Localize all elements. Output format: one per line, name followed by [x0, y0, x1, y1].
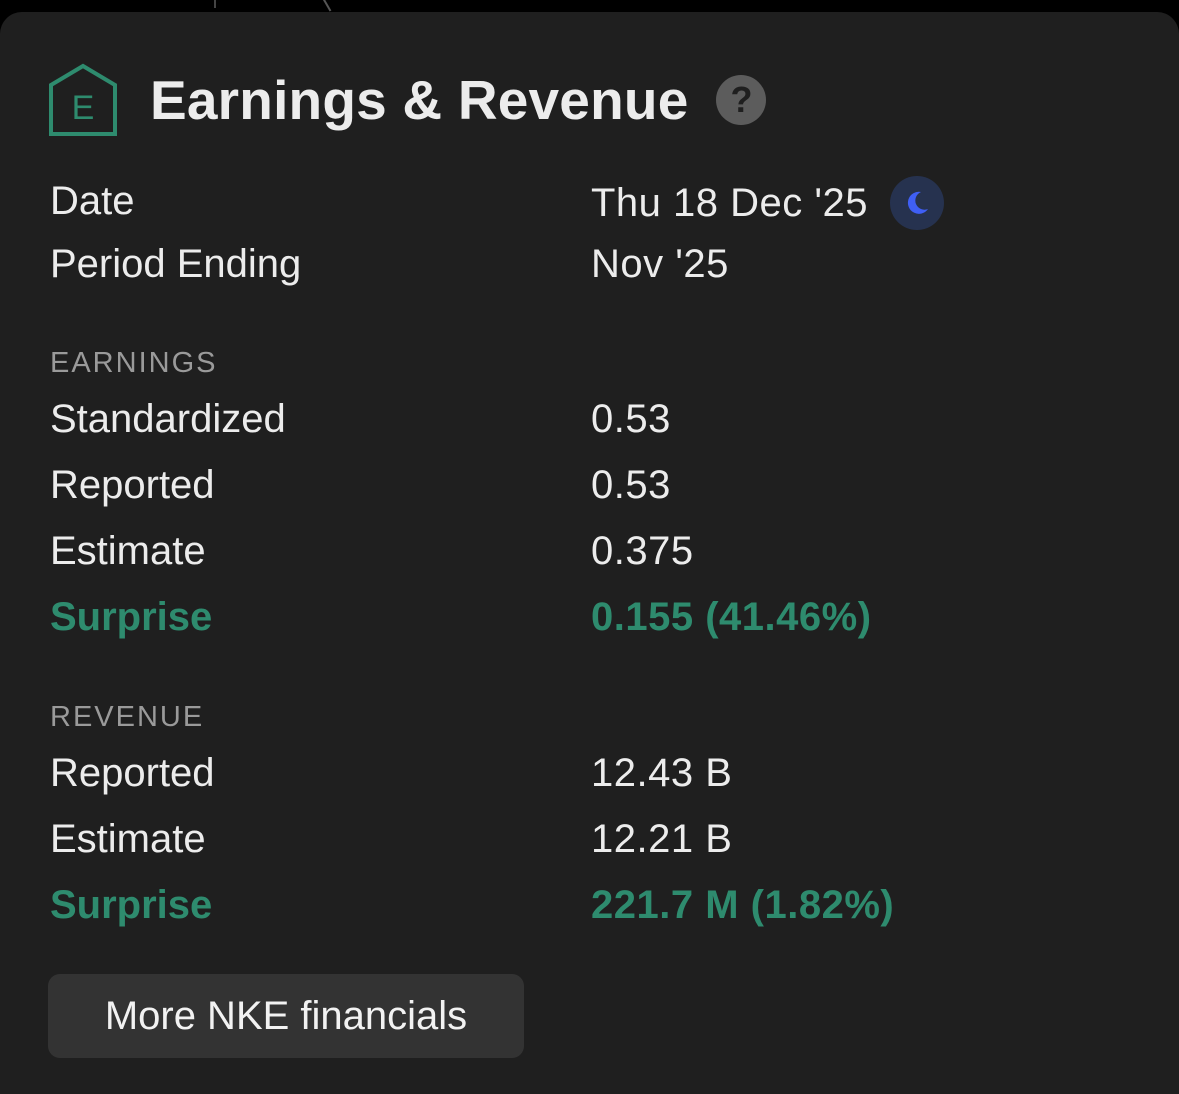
date-value-group: Thu 18 Dec '25 — [591, 176, 945, 230]
revenue-estimate-value: 12.21 B — [591, 817, 733, 861]
more-financials-button[interactable]: More NKE financials — [48, 974, 524, 1058]
earnings-reported-label: Reported — [50, 463, 215, 507]
earnings-surprise-value: 0.155 (41.46%) — [591, 595, 872, 639]
card-header: E Earnings & Revenue ? — [48, 62, 767, 138]
moon-glyph — [907, 191, 929, 214]
earnings-surprise-label: Surprise — [50, 595, 213, 639]
top-strip — [0, 0, 1179, 12]
revenue-surprise-label: Surprise — [50, 883, 213, 927]
earnings-estimate-label: Estimate — [50, 529, 206, 573]
revenue-estimate-row: Estimate 12.21 B — [50, 814, 1130, 864]
page: E Earnings & Revenue ? Date Thu 18 Dec '… — [0, 0, 1179, 1094]
standardized-value: 0.53 — [591, 397, 671, 441]
earnings-estimate-value: 0.375 — [591, 529, 694, 573]
revenue-estimate-label: Estimate — [50, 817, 206, 861]
card-title: Earnings & Revenue — [150, 68, 689, 131]
date-label: Date — [50, 179, 135, 223]
question-mark-icon[interactable]: ? — [716, 75, 767, 125]
revenue-reported-row: Reported 12.43 B — [50, 748, 1130, 798]
earnings-standardized-row: Standardized 0.53 — [50, 394, 1130, 444]
revenue-reported-label: Reported — [50, 751, 215, 795]
date-row: Date Thu 18 Dec '25 — [50, 176, 1130, 230]
revenue-reported-value: 12.43 B — [591, 751, 733, 795]
earnings-section-label: EARNINGS — [50, 347, 218, 379]
revenue-surprise-value: 221.7 M (1.82%) — [591, 883, 895, 927]
period-label: Period Ending — [50, 242, 302, 286]
standardized-label: Standardized — [50, 397, 286, 441]
moon-icon[interactable] — [890, 176, 945, 230]
earnings-revenue-card: E Earnings & Revenue ? Date Thu 18 Dec '… — [0, 12, 1179, 1094]
divider — [322, 0, 332, 12]
period-value: Nov '25 — [591, 242, 729, 286]
earnings-reported-row: Reported 0.53 — [50, 460, 1130, 510]
revenue-section-label: REVENUE — [50, 701, 205, 733]
logo-letter: E — [72, 89, 95, 127]
earnings-estimate-row: Estimate 0.375 — [50, 526, 1130, 576]
date-value: Thu 18 Dec '25 — [591, 181, 869, 225]
divider — [214, 0, 216, 8]
help-glyph: ? — [730, 79, 753, 120]
earnings-surprise-row: Surprise 0.155 (41.46%) — [50, 592, 1130, 642]
revenue-surprise-row: Surprise 221.7 M (1.82%) — [50, 880, 1130, 930]
period-row: Period Ending Nov '25 — [50, 239, 1130, 289]
house-e-icon: E — [49, 63, 117, 136]
earnings-reported-value: 0.53 — [591, 463, 671, 507]
